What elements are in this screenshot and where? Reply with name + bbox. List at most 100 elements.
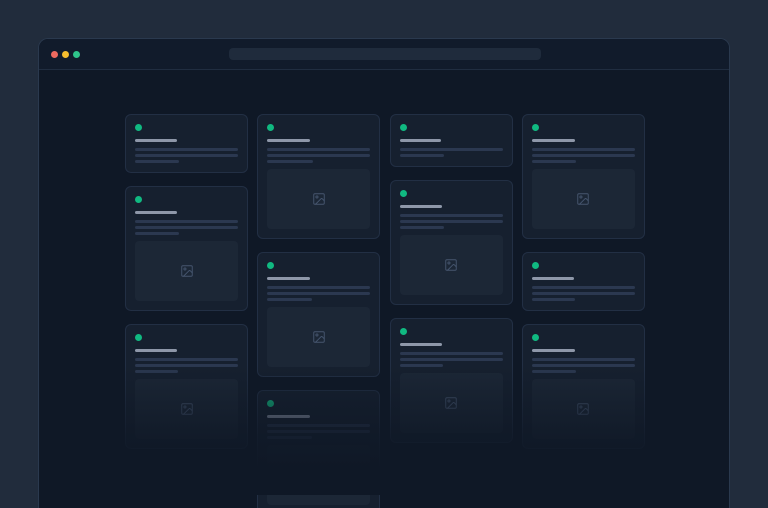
traffic-lights [51, 51, 80, 58]
image-placeholder [267, 445, 370, 505]
image-icon [576, 402, 590, 416]
image-icon [444, 258, 458, 272]
text-line-skeleton [532, 160, 576, 163]
title-skeleton [135, 349, 177, 352]
status-dot [267, 400, 274, 407]
text-line-skeleton [267, 436, 311, 439]
status-dot [135, 124, 142, 131]
text-line-skeleton [400, 226, 444, 229]
status-dot [135, 196, 142, 203]
image-placeholder [532, 169, 635, 229]
title-skeleton [267, 415, 309, 418]
feed-card-media[interactable] [390, 180, 513, 305]
text-line-skeleton [532, 370, 576, 373]
minimize-button[interactable] [62, 51, 69, 58]
zoom-button[interactable] [73, 51, 80, 58]
status-dot [400, 124, 407, 131]
image-placeholder [400, 235, 503, 295]
image-placeholder [400, 373, 503, 433]
text-line-skeleton [532, 154, 635, 157]
text-line-skeleton [135, 370, 178, 373]
image-icon [312, 330, 326, 344]
desktop-background [0, 0, 768, 432]
status-dot [135, 334, 142, 341]
title-skeleton [135, 211, 177, 214]
title-skeleton [400, 139, 441, 142]
image-icon [180, 264, 194, 278]
feed-card-text[interactable] [125, 114, 248, 173]
text-line-skeleton [532, 364, 635, 367]
text-line-skeleton [267, 292, 370, 295]
text-line-skeleton [400, 358, 503, 361]
text-line-skeleton [400, 154, 444, 157]
text-line-skeleton [135, 220, 238, 223]
title-skeleton [532, 139, 575, 142]
address-bar[interactable] [229, 48, 541, 60]
text-line-skeleton [267, 298, 311, 301]
masonry-column-4 [522, 114, 645, 508]
masonry-column-3 [390, 114, 513, 508]
feed-card-media[interactable] [125, 186, 248, 311]
text-line-skeleton [532, 148, 635, 151]
feed-card-media[interactable] [125, 324, 248, 449]
feed-card-media[interactable] [390, 318, 513, 443]
text-line-skeleton [532, 358, 635, 361]
text-line-skeleton [135, 232, 179, 235]
masonry-column-2 [257, 114, 380, 508]
text-line-skeleton [400, 364, 443, 367]
browser-titlebar [39, 39, 729, 70]
image-placeholder [267, 307, 370, 367]
image-icon [180, 402, 194, 416]
text-line-skeleton [400, 148, 503, 151]
status-dot [532, 124, 539, 131]
text-line-skeleton [267, 286, 370, 289]
status-dot [400, 190, 407, 197]
text-line-skeleton [267, 154, 370, 157]
text-line-skeleton [267, 424, 370, 427]
close-button[interactable] [51, 51, 58, 58]
masonry-column-1 [125, 114, 248, 508]
text-line-skeleton [135, 358, 238, 361]
status-dot [532, 262, 539, 269]
title-skeleton [532, 277, 574, 280]
image-placeholder [135, 241, 238, 301]
image-icon [312, 468, 326, 482]
feed-card-media[interactable] [522, 324, 645, 449]
status-dot [532, 334, 539, 341]
image-icon [444, 396, 458, 410]
image-placeholder [135, 379, 238, 439]
text-line-skeleton [400, 352, 503, 355]
feed-card-text[interactable] [522, 252, 645, 311]
text-line-skeleton [135, 364, 238, 367]
feed-card-media[interactable] [257, 390, 380, 508]
browser-window [38, 38, 730, 508]
feed-card-media[interactable] [257, 114, 380, 239]
text-line-skeleton [135, 226, 238, 229]
page-content [39, 70, 729, 508]
text-line-skeleton [532, 286, 635, 289]
status-dot [400, 328, 407, 335]
feed-card-text[interactable] [390, 114, 513, 167]
title-skeleton [267, 139, 309, 142]
text-line-skeleton [135, 160, 179, 163]
image-placeholder [267, 169, 370, 229]
text-line-skeleton [135, 148, 238, 151]
text-line-skeleton [400, 214, 503, 217]
status-dot [267, 124, 274, 131]
card-grid [125, 114, 645, 508]
feed-card-media[interactable] [257, 252, 380, 377]
text-line-skeleton [135, 154, 238, 157]
title-skeleton [267, 277, 309, 280]
image-placeholder [532, 379, 635, 439]
text-line-skeleton [532, 298, 575, 301]
feed-card-media[interactable] [522, 114, 645, 239]
title-skeleton [400, 205, 442, 208]
text-line-skeleton [400, 220, 503, 223]
text-line-skeleton [532, 292, 635, 295]
text-line-skeleton [267, 148, 370, 151]
title-skeleton [532, 349, 575, 352]
title-skeleton [135, 139, 177, 142]
image-icon [576, 192, 590, 206]
status-dot [267, 262, 274, 269]
image-icon [312, 192, 326, 206]
